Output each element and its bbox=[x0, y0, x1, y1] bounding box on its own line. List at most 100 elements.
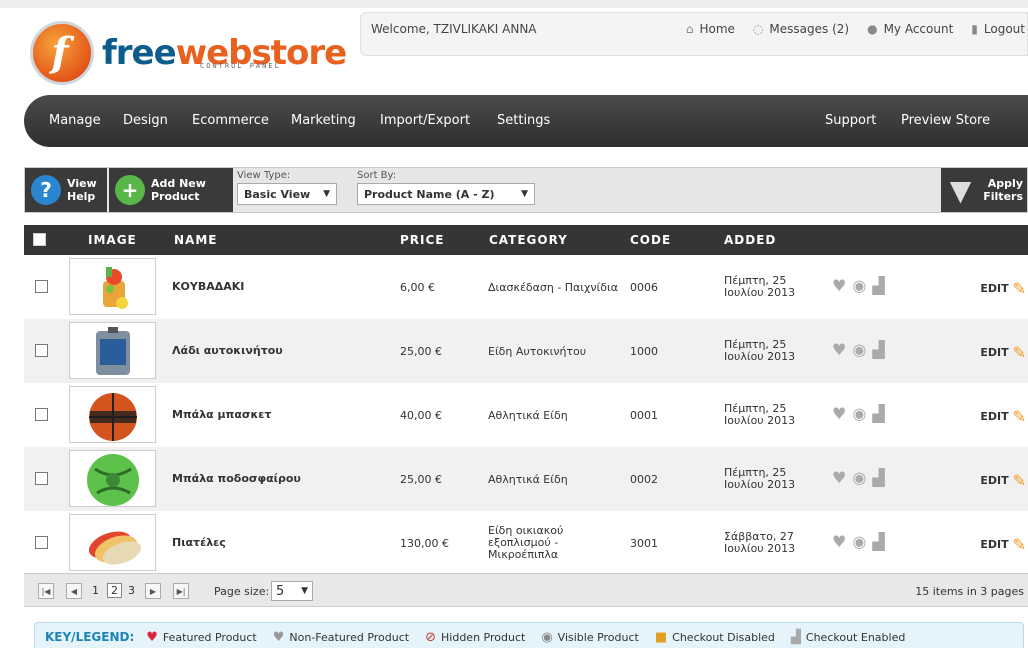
legend-title: KEY/LEGEND: bbox=[45, 630, 135, 644]
row-status-icons: ♥ ◉ ▟ bbox=[832, 340, 891, 359]
page-2-current[interactable]: 2 bbox=[107, 583, 122, 598]
soccer-ball-image bbox=[87, 454, 139, 506]
product-price: 6,00 € bbox=[400, 281, 435, 294]
edit-button[interactable]: EDIT ✎ bbox=[980, 407, 1026, 426]
product-code: 0001 bbox=[630, 409, 658, 422]
chevron-down-icon: ▼ bbox=[521, 189, 528, 199]
logout-door-icon: ▮ bbox=[971, 22, 978, 36]
header-image: IMAGE bbox=[88, 233, 137, 247]
product-category: Διασκέδαση - Παιχνίδια bbox=[488, 281, 618, 294]
view-help-button[interactable]: ? View Help bbox=[25, 168, 107, 212]
pencil-icon: ✎ bbox=[1012, 535, 1026, 554]
product-code: 0002 bbox=[630, 473, 658, 486]
lock-open-icon[interactable]: ▟ bbox=[872, 532, 884, 551]
product-code: 1000 bbox=[630, 345, 658, 358]
last-page-button[interactable]: ▶| bbox=[173, 583, 189, 599]
logo-word-free: free bbox=[102, 33, 177, 73]
apply-filters-button[interactable]: ▼ Apply Filters bbox=[941, 168, 1027, 212]
edit-button[interactable]: EDIT ✎ bbox=[980, 343, 1026, 362]
header-code[interactable]: CODE bbox=[630, 233, 671, 247]
row-checkbox[interactable] bbox=[35, 344, 48, 357]
eye-icon[interactable]: ◉ bbox=[852, 532, 866, 551]
heart-icon[interactable]: ♥ bbox=[832, 404, 846, 423]
edit-button[interactable]: EDIT ✎ bbox=[980, 279, 1026, 298]
header-category[interactable]: CATEGORY bbox=[489, 233, 568, 247]
lock-open-icon[interactable]: ▟ bbox=[872, 404, 884, 423]
add-new-product-button[interactable]: + Add New Product bbox=[109, 168, 233, 212]
logout-link[interactable]: ▮ Logout bbox=[971, 22, 1025, 36]
row-checkbox[interactable] bbox=[35, 408, 48, 421]
eye-icon[interactable]: ◉ bbox=[852, 340, 866, 359]
product-name[interactable]: Μπάλα ποδοσφαίρου bbox=[172, 472, 301, 485]
lock-open-icon[interactable]: ▟ bbox=[872, 468, 884, 487]
product-name[interactable]: Πιατέλες bbox=[172, 536, 226, 549]
nav-import-export[interactable]: Import/Export bbox=[380, 113, 470, 128]
heart-grey-icon: ♥ bbox=[272, 629, 285, 645]
select-all-checkbox[interactable] bbox=[33, 233, 46, 246]
header-price[interactable]: PRICE bbox=[400, 233, 445, 247]
chevron-down-icon: ▼ bbox=[301, 586, 308, 596]
heart-icon[interactable]: ♥ bbox=[832, 276, 846, 295]
row-checkbox[interactable] bbox=[35, 472, 48, 485]
product-thumbnail[interactable] bbox=[69, 514, 156, 571]
eye-icon[interactable]: ◉ bbox=[852, 276, 866, 295]
chevron-down-icon: ▼ bbox=[323, 189, 330, 199]
product-code: 0006 bbox=[630, 281, 658, 294]
nav-design[interactable]: Design bbox=[123, 113, 168, 128]
edit-button[interactable]: EDIT ✎ bbox=[980, 535, 1026, 554]
product-category: Αθλητικά Είδη bbox=[488, 409, 568, 422]
product-price: 40,00 € bbox=[400, 409, 442, 422]
header-added[interactable]: ADDED bbox=[724, 233, 776, 247]
page-3-link[interactable]: 3 bbox=[128, 584, 135, 597]
product-thumbnail[interactable] bbox=[69, 322, 156, 379]
heart-icon[interactable]: ♥ bbox=[832, 468, 846, 487]
eye-icon[interactable]: ◉ bbox=[852, 468, 866, 487]
nav-preview-store[interactable]: Preview Store bbox=[901, 113, 990, 128]
heart-icon[interactable]: ♥ bbox=[832, 340, 846, 359]
nav-manage[interactable]: Manage bbox=[49, 113, 101, 128]
my-account-link[interactable]: ● My Account bbox=[867, 22, 953, 36]
product-name[interactable]: Λάδι αυτοκινήτου bbox=[172, 344, 283, 357]
messages-link[interactable]: ◌ Messages (2) bbox=[753, 22, 849, 36]
lock-open-icon[interactable]: ▟ bbox=[872, 276, 884, 295]
row-checkbox[interactable] bbox=[35, 280, 48, 293]
product-toolbar: ? View Help + Add New Product View Type: B… bbox=[24, 167, 1028, 213]
eye-icon[interactable]: ◉ bbox=[852, 404, 866, 423]
table-row: ΚΟΥΒΑΔΑΚΙ 6,00 € Διασκέδαση - Παιχνίδια … bbox=[24, 255, 1028, 319]
product-thumbnail[interactable] bbox=[69, 450, 156, 507]
nav-ecommerce[interactable]: Ecommerce bbox=[192, 113, 269, 128]
freewebstore-logo[interactable]: f freewebstore bbox=[30, 21, 347, 85]
view-type-group: View Type: Basic View ▼ bbox=[237, 170, 337, 205]
header-name[interactable]: NAME bbox=[174, 233, 217, 247]
heart-icon[interactable]: ♥ bbox=[832, 532, 846, 551]
first-page-button[interactable]: |◀ bbox=[38, 583, 54, 599]
product-added: Πέμπτη, 25 Ιουλίου 2013 bbox=[724, 338, 796, 363]
product-thumbnail[interactable] bbox=[69, 386, 156, 443]
page-size-label: Page size: bbox=[214, 585, 270, 598]
view-type-label: View Type: bbox=[237, 170, 291, 181]
nav-support[interactable]: Support bbox=[825, 113, 876, 128]
eye-crossed-icon: ⊘ bbox=[425, 629, 437, 645]
pencil-icon: ✎ bbox=[1012, 471, 1026, 490]
view-type-select[interactable]: Basic View ▼ bbox=[237, 183, 337, 205]
sort-by-group: Sort By: Product Name (A - Z) ▼ bbox=[357, 170, 535, 205]
product-thumbnail[interactable] bbox=[69, 258, 156, 315]
home-link[interactable]: ⌂ Home bbox=[686, 22, 735, 36]
product-name[interactable]: ΚΟΥΒΑΔΑΚΙ bbox=[172, 280, 244, 293]
page-size-select[interactable]: 5 ▼ bbox=[271, 581, 313, 601]
product-name[interactable]: Μπάλα μπασκετ bbox=[172, 408, 271, 421]
view-help-label: View Help bbox=[67, 177, 97, 203]
next-page-button[interactable]: ▶ bbox=[145, 583, 161, 599]
user-icon: ● bbox=[867, 22, 878, 36]
row-checkbox[interactable] bbox=[35, 536, 48, 549]
page-1-link[interactable]: 1 bbox=[92, 584, 99, 597]
product-price: 25,00 € bbox=[400, 345, 442, 358]
user-links: ⌂ Home ◌ Messages (2) ● My Account ▮ Logout bbox=[668, 22, 1025, 36]
nav-marketing[interactable]: Marketing bbox=[291, 113, 356, 128]
sort-by-select[interactable]: Product Name (A - Z) ▼ bbox=[357, 183, 535, 205]
nav-settings[interactable]: Settings bbox=[497, 113, 550, 128]
main-nav: Manage Design Ecommerce Marketing Import… bbox=[24, 95, 1028, 147]
lock-open-icon[interactable]: ▟ bbox=[872, 340, 884, 359]
prev-page-button[interactable]: ◀ bbox=[66, 583, 82, 599]
edit-button[interactable]: EDIT ✎ bbox=[980, 471, 1026, 490]
